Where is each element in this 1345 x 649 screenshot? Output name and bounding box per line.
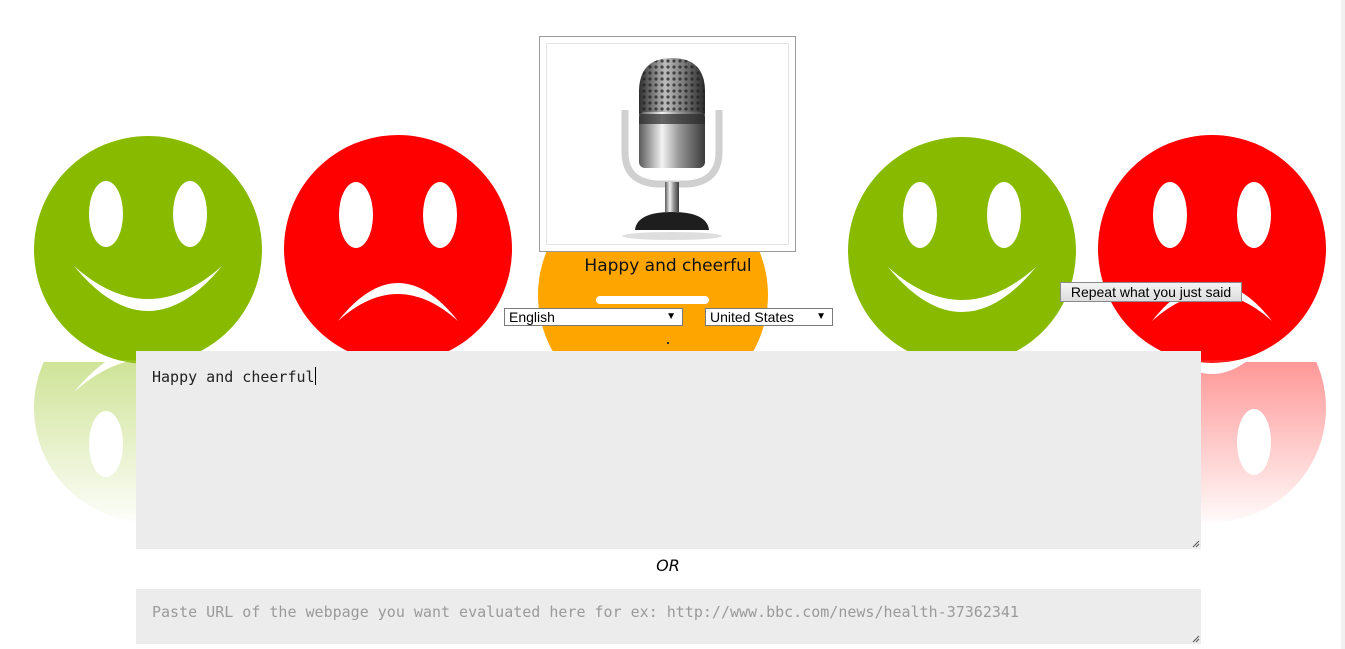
language-select[interactable]: English ▼ xyxy=(504,308,683,326)
level-indicator-bar xyxy=(596,296,709,304)
chevron-down-icon: ▼ xyxy=(666,311,676,322)
region-select-value: United States xyxy=(710,309,795,325)
url-input-placeholder: Paste URL of the webpage you want evalua… xyxy=(152,603,1019,621)
sad-face-icon xyxy=(1098,135,1326,363)
sad-face-icon xyxy=(284,135,512,363)
or-divider-label: OR xyxy=(656,556,680,575)
chevron-down-icon: ▼ xyxy=(816,311,826,322)
repeat-button[interactable]: Repeat what you just said xyxy=(1060,282,1242,302)
transcript-text: Happy and cheerful xyxy=(152,368,315,386)
happy-face-icon xyxy=(848,137,1076,365)
happy-face-icon xyxy=(34,136,262,364)
dot-divider xyxy=(667,342,669,344)
url-input[interactable]: Paste URL of the webpage you want evalua… xyxy=(136,589,1201,644)
microphone-icon xyxy=(621,58,723,240)
text-caret xyxy=(314,367,316,385)
transcript-textarea[interactable]: Happy and cheerful xyxy=(136,351,1201,549)
recognized-text-label: Happy and cheerful xyxy=(584,256,752,276)
region-select[interactable]: United States ▼ xyxy=(705,308,833,326)
microphone-image-frame xyxy=(546,43,789,245)
page: Happy and cheerful English ▼ United Stat… xyxy=(0,0,1345,649)
microphone-button[interactable] xyxy=(539,36,796,252)
resize-grip-icon[interactable] xyxy=(1192,540,1200,548)
language-select-value: English xyxy=(509,309,555,325)
resize-grip-icon[interactable] xyxy=(1192,635,1200,643)
page-scrollbar[interactable] xyxy=(1341,0,1345,649)
